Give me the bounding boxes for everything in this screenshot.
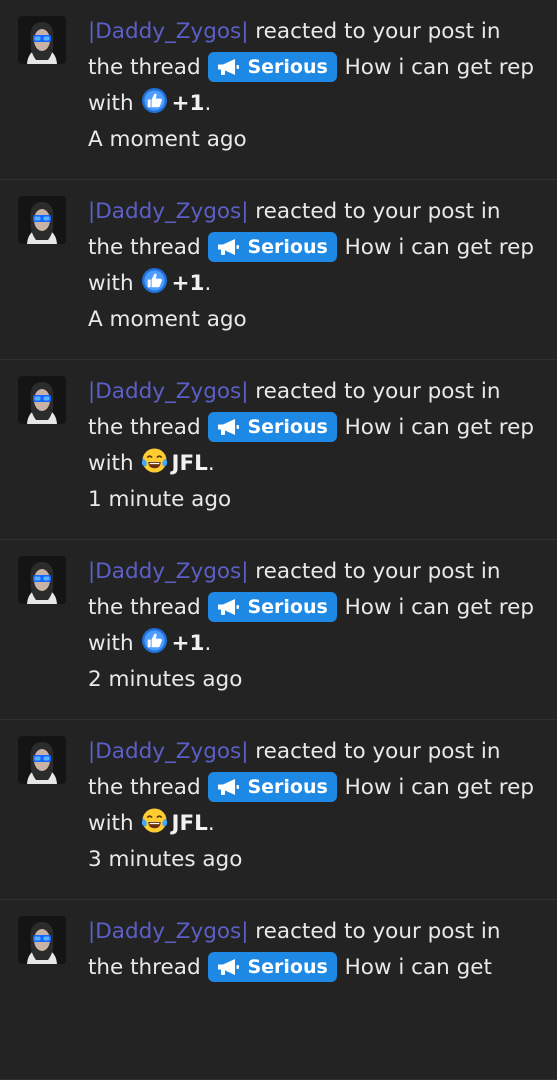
prefix-label: Serious <box>247 56 328 78</box>
avatar[interactable] <box>18 196 66 244</box>
username-link[interactable]: |Daddy_Zygos| <box>88 919 248 944</box>
avatar[interactable] <box>18 376 66 424</box>
thumbs-up-icon <box>142 87 168 114</box>
megaphone-icon <box>218 779 240 795</box>
reaction-title: +1 <box>171 91 205 116</box>
period: . <box>207 451 215 476</box>
alert-body: |Daddy_Zygos| reacted to your post in th… <box>88 14 538 158</box>
thread-prefix-badge[interactable]: Serious <box>208 412 337 442</box>
username-link[interactable]: |Daddy_Zygos| <box>88 379 248 404</box>
period: . <box>204 91 212 116</box>
username-link[interactable]: |Daddy_Zygos| <box>88 19 248 44</box>
prefix-label: Serious <box>247 956 328 978</box>
alert-item[interactable]: |Daddy_Zygos| reacted to your post in th… <box>0 720 557 900</box>
alert-time: 2 minutes ago <box>88 667 243 692</box>
alert-body: |Daddy_Zygos| reacted to your post in th… <box>88 194 538 338</box>
alert-body: |Daddy_Zygos| reacted to your post in th… <box>88 554 538 698</box>
megaphone-icon <box>218 419 240 435</box>
period: . <box>204 271 212 296</box>
username-link[interactable]: |Daddy_Zygos| <box>88 559 248 584</box>
thread-title-link[interactable]: How i can get <box>345 955 492 980</box>
prefix-label: Serious <box>247 236 328 258</box>
username-link[interactable]: |Daddy_Zygos| <box>88 739 248 764</box>
alert-body: |Daddy_Zygos| reacted to your post in th… <box>88 374 538 518</box>
reaction-title: JFL <box>171 451 208 476</box>
avatar[interactable] <box>18 16 66 64</box>
thumbs-up-icon <box>142 627 168 654</box>
reaction-title: +1 <box>171 631 205 656</box>
megaphone-icon <box>218 239 240 255</box>
alert-item[interactable]: |Daddy_Zygos| reacted to your post in th… <box>0 0 557 180</box>
period: . <box>207 811 215 836</box>
reaction-title: +1 <box>171 271 205 296</box>
alert-body: |Daddy_Zygos| reacted to your post in th… <box>88 914 538 986</box>
avatar[interactable] <box>18 916 66 964</box>
alert-time: 1 minute ago <box>88 487 232 512</box>
thread-prefix-badge[interactable]: Serious <box>208 232 337 262</box>
alert-item[interactable]: |Daddy_Zygos| reacted to your post in th… <box>0 900 557 1080</box>
alert-time: A moment ago <box>88 127 247 152</box>
tears-of-joy-icon <box>142 808 168 833</box>
tears-of-joy-icon <box>142 448 168 473</box>
alert-item[interactable]: |Daddy_Zygos| reacted to your post in th… <box>0 540 557 720</box>
username-link[interactable]: |Daddy_Zygos| <box>88 199 248 224</box>
prefix-label: Serious <box>247 596 328 618</box>
alert-body: |Daddy_Zygos| reacted to your post in th… <box>88 734 538 878</box>
prefix-label: Serious <box>247 416 328 438</box>
prefix-label: Serious <box>247 776 328 798</box>
alert-item[interactable]: |Daddy_Zygos| reacted to your post in th… <box>0 360 557 540</box>
period: . <box>204 631 212 656</box>
thread-prefix-badge[interactable]: Serious <box>208 772 337 802</box>
thread-prefix-badge[interactable]: Serious <box>208 592 337 622</box>
reaction-title: JFL <box>171 811 208 836</box>
avatar[interactable] <box>18 736 66 784</box>
thread-prefix-badge[interactable]: Serious <box>208 52 337 82</box>
avatar[interactable] <box>18 556 66 604</box>
megaphone-icon <box>218 599 240 615</box>
alert-time: A moment ago <box>88 307 247 332</box>
alert-item[interactable]: |Daddy_Zygos| reacted to your post in th… <box>0 180 557 360</box>
megaphone-icon <box>218 59 240 75</box>
megaphone-icon <box>218 959 240 975</box>
thumbs-up-icon <box>142 267 168 294</box>
alert-time: 3 minutes ago <box>88 847 243 872</box>
thread-prefix-badge[interactable]: Serious <box>208 952 337 982</box>
alerts-list: |Daddy_Zygos| reacted to your post in th… <box>0 0 557 1080</box>
